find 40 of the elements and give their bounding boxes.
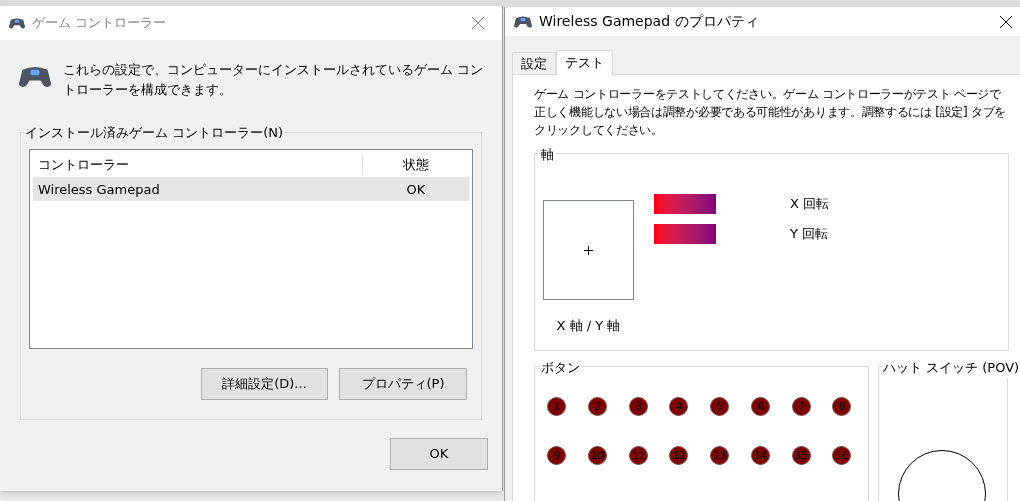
gamepad-icon — [8, 16, 26, 30]
button-indicator: 2 — [587, 397, 607, 416]
button-indicator: 8 — [832, 397, 852, 416]
table-cell-text: Wireless Gamepad — [37, 180, 161, 199]
crosshair-icon — [584, 245, 593, 255]
column-header[interactable]: コントローラー — [33, 155, 363, 175]
button-indicator: 10 — [587, 446, 607, 465]
gamepad-icon — [513, 14, 533, 29]
button-indicator: 9 — [547, 446, 566, 465]
rotation-label: X 回転 — [790, 195, 830, 214]
axis-label: X 軸 / Y 軸 — [556, 317, 621, 335]
column-header[interactable]: 状態 — [363, 155, 469, 175]
button-indicator: 15 — [791, 446, 811, 465]
button-indicator: 13 — [710, 446, 729, 465]
button-indicator: 12 — [669, 446, 689, 465]
button-indicator: 7 — [791, 397, 811, 416]
tab[interactable]: 設定 — [512, 52, 556, 74]
button-indicator: 11 — [628, 446, 648, 465]
rotation-label: Y 回転 — [790, 225, 829, 244]
rotation-bar — [654, 224, 716, 244]
button-indicator: 14 — [750, 446, 770, 465]
close-icon[interactable] — [1000, 15, 1012, 28]
button-indicator: 5 — [710, 397, 729, 416]
list-row[interactable]: Wireless Gamepad OK — [33, 178, 469, 201]
advanced-button[interactable]: 詳細設定(D)... — [201, 368, 328, 400]
button-indicator: 6 — [750, 397, 770, 416]
description: これらの設定で、コンピューターにインストールされているゲーム コントローラーを構成できます。 — [63, 61, 484, 99]
tab[interactable]: テスト — [556, 50, 613, 75]
gamepad-icon — [17, 64, 53, 90]
window-title: Wireless Gamepad のプロパティ — [539, 12, 759, 31]
window-title: ゲーム コントローラー — [32, 14, 167, 33]
ok-button[interactable]: OK — [390, 438, 488, 470]
button-indicator: 3 — [628, 397, 648, 416]
button-indicator: 4 — [669, 397, 689, 416]
button-indicator: 1 — [547, 397, 566, 416]
description: ゲーム コントローラーをテストしてください。ゲーム コントローラーがテスト ページで正しく機能しない場合は調整が必要である可能性があります。調整するには [設定] タブをクリックしてください。 — [534, 86, 1008, 139]
properties-button[interactable]: プロパティ(P) — [339, 368, 467, 400]
rotation-bar — [654, 194, 716, 214]
button-indicator: 16 — [832, 446, 852, 465]
table-cell-text: OK — [405, 180, 427, 199]
